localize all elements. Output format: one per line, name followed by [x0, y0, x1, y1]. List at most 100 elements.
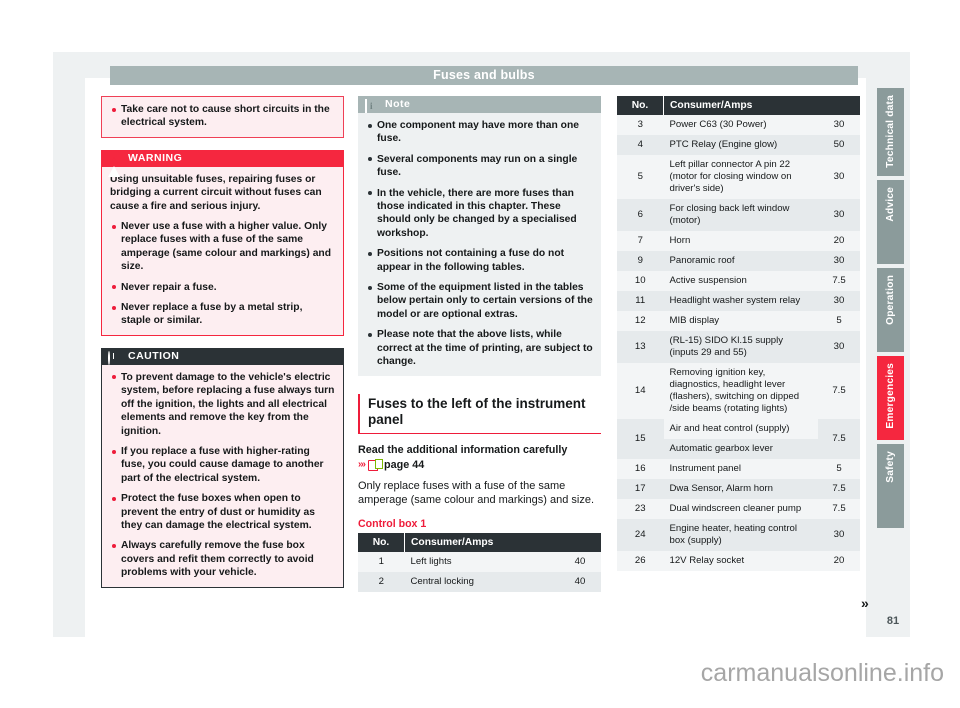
cell-no: 12: [617, 311, 664, 331]
reference-chevron-icon: ›››: [358, 458, 366, 470]
tab-label: Advice: [885, 187, 896, 222]
table-row: 7 Horn 20: [617, 231, 860, 251]
cell-amps: 40: [559, 571, 601, 592]
table-row: 1 Left lights 40: [358, 551, 601, 572]
cell-no: 11: [617, 291, 664, 311]
warning-bullet: Never repair a fuse.: [110, 281, 335, 294]
cell-amps: 5: [818, 311, 860, 331]
continuation-arrow-icon: »: [861, 595, 869, 611]
table-row: 4 PTC Relay (Engine glow) 50: [617, 135, 860, 155]
table-row: 12 MIB display 5: [617, 311, 860, 331]
control-box-1-table: No. Consumer/Amps 1 Left lights 40 2 Cen…: [358, 532, 601, 592]
section-heading-block: Fuses to the left of the instrument pane…: [358, 393, 601, 434]
sidebar-item-technical-data[interactable]: Technical data: [877, 88, 904, 176]
warning-bullet: Never replace a fuse by a metal strip, s…: [110, 301, 335, 328]
cell-consumer: MIB display: [663, 311, 818, 331]
section-paragraph: Only replace fuses with a fuse of the sa…: [358, 479, 595, 507]
caution-bullet: If you replace a fuse with higher-rating…: [110, 445, 335, 485]
table-row: 26 12V Relay socket 20: [617, 551, 860, 571]
cell-amps: 5: [818, 459, 860, 479]
cell-no: 26: [617, 551, 664, 571]
table-row: 2 Central locking 40: [358, 571, 601, 592]
cell-no: 17: [617, 479, 664, 499]
cell-consumer: For closing back left window (motor): [663, 199, 818, 231]
middle-column: Note One component may have more than on…: [358, 96, 601, 592]
tab-label: Emergencies: [885, 363, 896, 429]
cell-amps: 30: [818, 199, 860, 231]
caution-circle-icon: [108, 350, 121, 365]
cell-amps: 50: [818, 135, 860, 155]
note-body: One component may have more than one fus…: [358, 113, 601, 376]
cell-consumer: Left pillar connector A pin 22 (motor fo…: [663, 155, 818, 199]
cell-no: 15: [617, 419, 664, 459]
sidebar-item-operation[interactable]: Operation: [877, 268, 904, 352]
cell-consumer: Engine heater, heating control box (supp…: [663, 519, 818, 551]
cell-no: 4: [617, 135, 664, 155]
table-row-split: 15 Air and heat control (supply) 7.5: [617, 419, 860, 459]
table-row: 13 (RL-15) SIDO Kl.15 supply (inputs 29 …: [617, 331, 860, 363]
cell-amps: 30: [818, 519, 860, 551]
tab-label: Safety: [885, 451, 896, 483]
cell-no: 24: [617, 519, 664, 551]
cell-no: 16: [617, 459, 664, 479]
table-header-row: No. Consumer/Amps: [617, 96, 860, 115]
fuse-table-continued: No. Consumer/Amps 3 Power C63 (30 Power)…: [617, 96, 860, 571]
info-note-icon: [365, 98, 378, 113]
cell-amps: 7.5: [818, 419, 860, 459]
caution-bullet: Always carefully remove the fuse box cov…: [110, 539, 335, 579]
cell-amps: 7.5: [818, 499, 860, 519]
warning-title: WARNING: [128, 151, 183, 164]
table-row: 10 Active suspension 7.5: [617, 271, 860, 291]
cell-no: 2: [358, 571, 405, 592]
page-number: 81: [886, 615, 900, 627]
sidebar-item-safety[interactable]: Safety: [877, 444, 904, 528]
cell-consumer: Central locking: [404, 571, 559, 592]
caution-body: To prevent damage to the vehicle's elect…: [101, 364, 344, 588]
sidebar-item-advice[interactable]: Advice: [877, 180, 904, 264]
cell-amps: 20: [818, 551, 860, 571]
col-header-no: No.: [617, 96, 664, 115]
cell-consumer: Horn: [663, 231, 818, 251]
watermark: carmanualsonline.info: [700, 659, 944, 687]
col-header-consumer: Consumer/Amps: [663, 96, 860, 115]
cell-consumer-a: Air and heat control (supply): [663, 419, 818, 439]
note-bullet: Please note that the above lists, while …: [366, 328, 593, 368]
cell-consumer: PTC Relay (Engine glow): [663, 135, 818, 155]
table-header-row: No. Consumer/Amps: [358, 532, 601, 552]
cell-no: 3: [617, 115, 664, 135]
cell-consumer: Dwa Sensor, Alarm horn: [663, 479, 818, 499]
chapter-tab-rail: Technical data Advice Operation Emergenc…: [877, 88, 904, 532]
page-reference-icon: [368, 459, 383, 471]
reference-page-label[interactable]: page 44: [384, 458, 424, 472]
cell-amps: 40: [559, 551, 601, 572]
caution-bullet: To prevent damage to the vehicle's elect…: [110, 371, 335, 438]
note-bullet: In the vehicle, there are more fuses tha…: [366, 187, 593, 241]
note-bullet: Several components may run on a single f…: [366, 153, 593, 180]
page-reference[interactable]: ››› page 44: [358, 458, 601, 472]
cell-amps: 30: [818, 115, 860, 135]
warning-triangle-icon: [108, 152, 121, 177]
cell-no: 1: [358, 551, 405, 572]
cell-consumer: Active suspension: [663, 271, 818, 291]
warning-box: WARNING Using unsuitable fuses, repairin…: [101, 149, 344, 336]
cell-amps: 30: [818, 331, 860, 363]
cell-no: 23: [617, 499, 664, 519]
table-row: 14 Removing ignition key, diagnostics, h…: [617, 363, 860, 419]
cell-consumer: Dual windscreen cleaner pump: [663, 499, 818, 519]
cell-consumer: Removing ignition key, diagnostics, head…: [663, 363, 818, 419]
cell-amps: 7.5: [818, 479, 860, 499]
cell-amps: 30: [818, 251, 860, 271]
cell-consumer-b: Automatic gearbox lever: [663, 439, 818, 459]
intro-note-body: Take care not to cause short circuits in…: [102, 97, 343, 137]
col-header-no: No.: [358, 532, 405, 552]
caution-header: CAUTION: [101, 347, 344, 365]
cell-no: 13: [617, 331, 664, 363]
sidebar-item-emergencies[interactable]: Emergencies: [877, 356, 904, 440]
col-header-consumer: Consumer/Amps: [404, 532, 601, 552]
chapter-title-bar: Fuses and bulbs: [110, 66, 858, 85]
warning-header: WARNING: [101, 149, 344, 177]
cell-amps: 7.5: [818, 363, 860, 419]
cell-consumer: Left lights: [404, 551, 559, 572]
table-row: 17 Dwa Sensor, Alarm horn 7.5: [617, 479, 860, 499]
table-row: 5 Left pillar connector A pin 22 (motor …: [617, 155, 860, 199]
